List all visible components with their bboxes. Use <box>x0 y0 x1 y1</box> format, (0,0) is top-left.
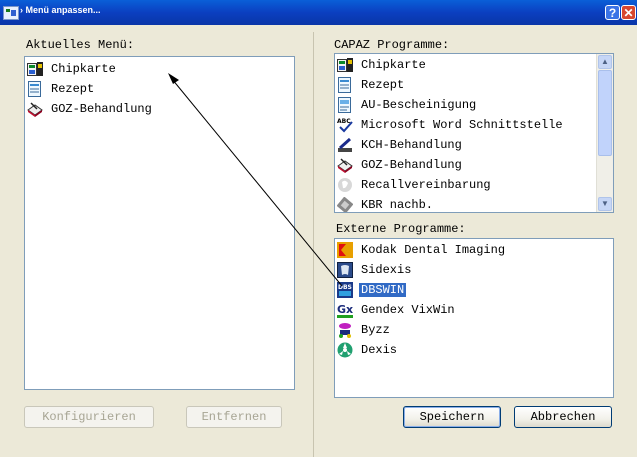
dialog-window: › Menü anpassen... ? ✕ Aktuelles Menü: C… <box>0 0 637 457</box>
drag-arrow-annotation <box>168 73 343 287</box>
